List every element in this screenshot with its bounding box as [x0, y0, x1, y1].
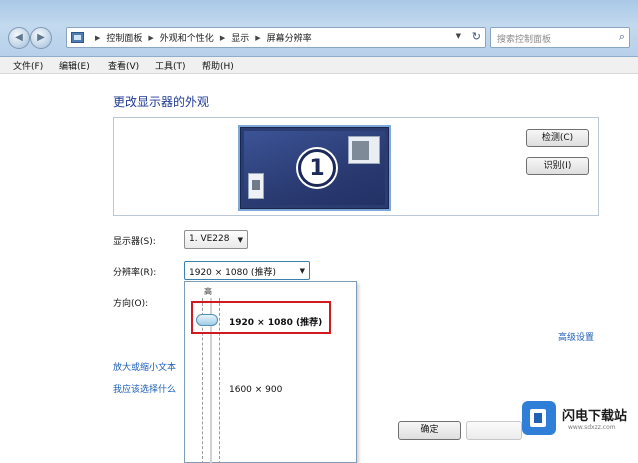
menu-tools[interactable]: 工具(T) [155, 59, 186, 72]
monitor-number-badge: 1 [298, 149, 336, 187]
selection-highlight-box [191, 301, 331, 334]
help-choose-link[interactable]: 我应该选择什么 [113, 382, 183, 395]
chevron-right-icon: ▶ [219, 34, 226, 42]
breadcrumb: ▶ 控制面板 ▶ 外观和个性化 ▶ 显示 ▶ 屏幕分辨率 [89, 31, 312, 45]
window-title-bar: ◀ ▶ ▶ 控制面板 ▶ 外观和个性化 ▶ 显示 ▶ 屏幕分辨率 ▼ ↻ 搜索控制面板 ⌕ [0, 0, 638, 57]
resolution-select-value: 1920 × 1080 (推荐) [189, 268, 276, 278]
detect-button[interactable]: 检测(C) [526, 129, 589, 147]
control-panel-icon [71, 32, 84, 43]
advanced-settings-link[interactable]: 高级设置 [558, 330, 594, 343]
orientation-label: 方向(O): [113, 299, 149, 309]
forward-button[interactable]: ▶ [30, 27, 52, 49]
breadcrumb-control-panel[interactable]: 控制面板 [106, 34, 142, 44]
resolution-label: 分辨率(R): [113, 268, 157, 278]
search-icon[interactable]: ⌕ [619, 30, 625, 44]
resolution-select[interactable]: 1920 × 1080 (推荐) ▼ [184, 261, 310, 280]
history-dropdown-icon[interactable]: ▼ [456, 32, 461, 40]
search-input[interactable]: 搜索控制面板 ⌕ [490, 27, 630, 48]
menu-file[interactable]: 文件(F) [13, 59, 43, 72]
watermark-brand: 闪电下载站 [562, 409, 628, 424]
window-thumbnail-icon [348, 136, 380, 164]
text-size-link[interactable]: 放大或缩小文本 [113, 360, 183, 373]
content-area: 更改显示器的外观 1 检测(C) 识别(I) 显示器(S): 1. VE228 … [0, 75, 638, 463]
window-thumbnail-icon [248, 173, 264, 199]
menu-view[interactable]: 查看(V) [108, 59, 139, 72]
chevron-right-icon: ▶ [148, 34, 154, 42]
display-label: 显示器(S): [113, 237, 156, 247]
chevron-down-icon: ▼ [299, 267, 305, 275]
display-select-value: 1. VE228 [189, 234, 230, 244]
menu-help[interactable]: 帮助(H) [202, 59, 234, 72]
ok-button[interactable]: 确定 [398, 421, 461, 440]
chevron-right-icon: ▶ [95, 34, 101, 42]
chevron-down-icon: ▼ [237, 236, 243, 244]
slider-high-label: 高 [204, 287, 212, 296]
refresh-icon[interactable]: ↻ [472, 30, 481, 43]
monitor-preview-panel: 1 检测(C) 识别(I) [113, 117, 599, 216]
breadcrumb-display[interactable]: 显示 [231, 34, 249, 44]
breadcrumb-appearance[interactable]: 外观和个性化 [160, 34, 214, 44]
forward-arrow-icon: ▶ [37, 32, 45, 43]
menu-edit[interactable]: 编辑(E) [59, 59, 90, 72]
desktop-preview: 1 [244, 131, 385, 205]
monitor-1-preview[interactable]: 1 [238, 125, 391, 211]
watermark-url: www.sdxzz.com [568, 424, 616, 431]
cancel-button[interactable] [466, 421, 522, 440]
back-button[interactable]: ◀ [8, 27, 30, 49]
display-select[interactable]: 1. VE228 ▼ [184, 230, 248, 249]
watermark-logo-icon [522, 401, 556, 435]
page-title: 更改显示器的外观 [113, 95, 210, 109]
resolution-option-1600[interactable]: 1600 × 900 [229, 385, 282, 395]
chevron-right-icon: ▶ [255, 34, 261, 42]
breadcrumb-resolution[interactable]: 屏幕分辨率 [267, 34, 312, 44]
back-arrow-icon: ◀ [15, 32, 23, 43]
menu-bar: 文件(F) 编辑(E) 查看(V) 工具(T) 帮助(H) [0, 57, 638, 74]
identify-button[interactable]: 识别(I) [526, 157, 589, 175]
address-bar[interactable]: ▶ 控制面板 ▶ 外观和个性化 ▶ 显示 ▶ 屏幕分辨率 ▼ ↻ [66, 27, 486, 48]
search-placeholder: 搜索控制面板 [497, 35, 552, 45]
